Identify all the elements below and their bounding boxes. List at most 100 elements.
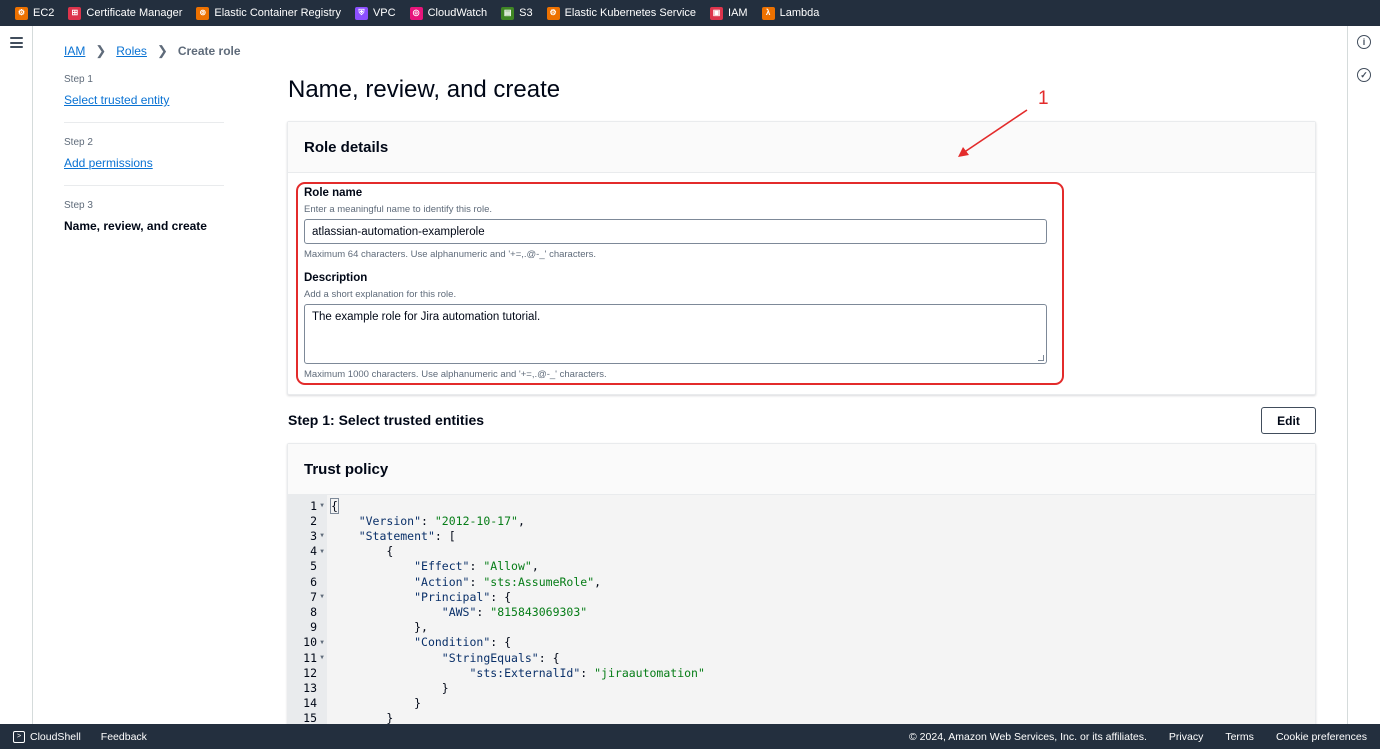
annotation-number: 1 [1038, 88, 1049, 109]
step-link-select-trusted-entity[interactable]: Select trusted entity [64, 93, 169, 107]
code-text: }, [331, 620, 428, 635]
breadcrumb-roles[interactable]: Roles [116, 44, 147, 58]
service-label: VPC [372, 7, 396, 19]
description-textarea[interactable]: The example role for Jira automation tut… [304, 304, 1047, 364]
line-number: 15 [303, 711, 317, 724]
role-name-constraint: Maximum 64 characters. Use alphanumeric … [304, 249, 597, 260]
line-number: 12 [303, 665, 317, 680]
ecr-icon: ⊚ [196, 6, 210, 20]
code-line: 11 ▼ "StringEquals": { [288, 650, 1315, 665]
fold-caret-icon[interactable]: ▼ [317, 532, 327, 539]
code-line: 1 ▼{ [288, 497, 1315, 514]
service-label: Elastic Container Registry [214, 7, 341, 19]
role-details-header: Role details [288, 122, 1315, 173]
chevron-right-icon: ❯ [156, 43, 168, 58]
code-line: 6 "Action": "sts:AssumeRole", [288, 574, 1315, 589]
code-text: } [331, 711, 394, 724]
line-number: 8 [310, 604, 317, 619]
service-shortcut[interactable]: ▤ S3 [501, 6, 533, 20]
service-shortcut[interactable]: ⊞ Certificate Manager [68, 6, 182, 20]
cloudshell-icon: > [13, 730, 25, 743]
service-label: EC2 [33, 7, 55, 19]
feedback-link[interactable]: Feedback [101, 731, 147, 743]
menu-icon[interactable] [10, 37, 23, 48]
right-tools-rail: i ✓ [1347, 26, 1380, 724]
role-name-description: Enter a meaningful name to identify this… [304, 204, 492, 215]
copyright-text: © 2024, Amazon Web Services, Inc. or its… [909, 730, 1147, 743]
line-number: 3 [310, 528, 317, 543]
line-number: 13 [303, 680, 317, 695]
wizard-steps: Step 1 Select trusted entity Step 2 Add … [64, 74, 224, 262]
cloudshell-label: CloudShell [30, 730, 81, 743]
line-number: 5 [310, 559, 317, 574]
code-line: 4 ▼ { [288, 544, 1315, 559]
fold-caret-icon[interactable]: ▼ [317, 639, 327, 646]
line-number: 10 [303, 635, 317, 650]
code-line: 12 "sts:ExternalId": "jiraautomation" [288, 665, 1315, 680]
step-link-add-permissions[interactable]: Add permissions [64, 156, 153, 170]
line-number: 14 [303, 696, 317, 711]
fold-caret-icon[interactable]: ▼ [317, 502, 327, 509]
code-text: "StringEquals": { [441, 650, 560, 665]
line-number: 6 [310, 574, 317, 589]
trust-policy-container: Trust policy 1 ▼{2 "Version": "2012-10-17… [287, 443, 1316, 724]
code-line: 15 } [288, 711, 1315, 724]
code-text: "Statement": [ [358, 528, 456, 543]
line-number: 9 [310, 620, 317, 635]
role-name-input[interactable]: atlassian-automation-examplerole [304, 219, 1047, 244]
cloudshell-button[interactable]: > CloudShell [13, 730, 81, 743]
terms-link[interactable]: Terms [1225, 731, 1254, 743]
service-label: Lambda [779, 7, 820, 19]
step-number: Step 3 [64, 200, 93, 211]
code-line: 14 } [288, 696, 1315, 711]
code-text: { [330, 497, 339, 514]
s3-icon: ▤ [501, 6, 515, 20]
code-line: 13 } [288, 680, 1315, 695]
iam-icon: ▣ [710, 6, 724, 20]
wizard-step-2: Step 2 Add permissions [64, 137, 224, 186]
privacy-link[interactable]: Privacy [1169, 731, 1203, 743]
page-title: Name, review, and create [288, 76, 561, 103]
edit-trusted-entities-button[interactable]: Edit [1261, 407, 1316, 434]
chevron-right-icon: ❯ [95, 43, 107, 58]
service-shortcut[interactable]: ⛨ VPC [354, 6, 396, 20]
resize-handle-icon[interactable] [1038, 355, 1044, 361]
certificate-manager-icon: ⊞ [68, 6, 82, 20]
step-number: Step 1 [64, 74, 93, 85]
service-shortcut[interactable]: ◎ CloudWatch [409, 6, 488, 20]
service-shortcut[interactable]: ⚙ EC2 [15, 6, 55, 20]
service-label: CloudWatch [427, 7, 488, 19]
code-text: } [331, 680, 449, 695]
service-shortcut[interactable]: ▣ IAM [710, 6, 748, 20]
fold-caret-icon[interactable]: ▼ [317, 548, 327, 555]
fold-caret-icon[interactable]: ▼ [317, 654, 327, 661]
code-text: "Action": "sts:AssumeRole", [414, 574, 602, 589]
breadcrumb-iam[interactable]: IAM [64, 44, 85, 58]
service-shortcut[interactable]: λ Lambda [761, 6, 820, 20]
description-value: The example role for Jira automation tut… [312, 311, 541, 323]
fold-caret-icon[interactable]: ▼ [317, 593, 327, 600]
breadcrumb: IAM ❯ Roles ❯ Create role [64, 43, 241, 59]
role-name-label: Role name [304, 187, 363, 199]
code-text: "sts:ExternalId": "jiraautomation" [469, 665, 705, 680]
cookie-preferences-link[interactable]: Cookie preferences [1276, 731, 1367, 743]
service-shortcut[interactable]: ⊚ Elastic Container Registry [196, 6, 341, 20]
step-number: Step 2 [64, 137, 93, 148]
code-text: "AWS": "815843069303" [441, 604, 588, 619]
info-icon[interactable]: i [1357, 35, 1371, 49]
annotation-arrow-icon [958, 109, 1028, 157]
main-content: IAM ❯ Roles ❯ Create role Step 1 Select … [33, 26, 1347, 724]
breadcrumb-current: Create role [177, 44, 241, 58]
lambda-icon: λ [761, 6, 775, 20]
code-line: 2 "Version": "2012-10-17", [288, 513, 1315, 528]
line-number: 11 [303, 650, 317, 665]
left-nav-rail [0, 26, 33, 724]
trust-policy-code-editor[interactable]: 1 ▼{2 "Version": "2012-10-17", 3 ▼ "Stateme… [288, 495, 1315, 724]
shield-check-icon[interactable]: ✓ [1357, 68, 1371, 82]
code-text: "Principal": { [414, 589, 512, 604]
service-label: S3 [519, 7, 533, 19]
eks-icon: ⚙ [546, 6, 560, 20]
cloudwatch-icon: ◎ [409, 6, 423, 20]
service-shortcut[interactable]: ⚙ Elastic Kubernetes Service [546, 6, 696, 20]
trusted-entities-title: Step 1: Select trusted entities [288, 412, 485, 428]
